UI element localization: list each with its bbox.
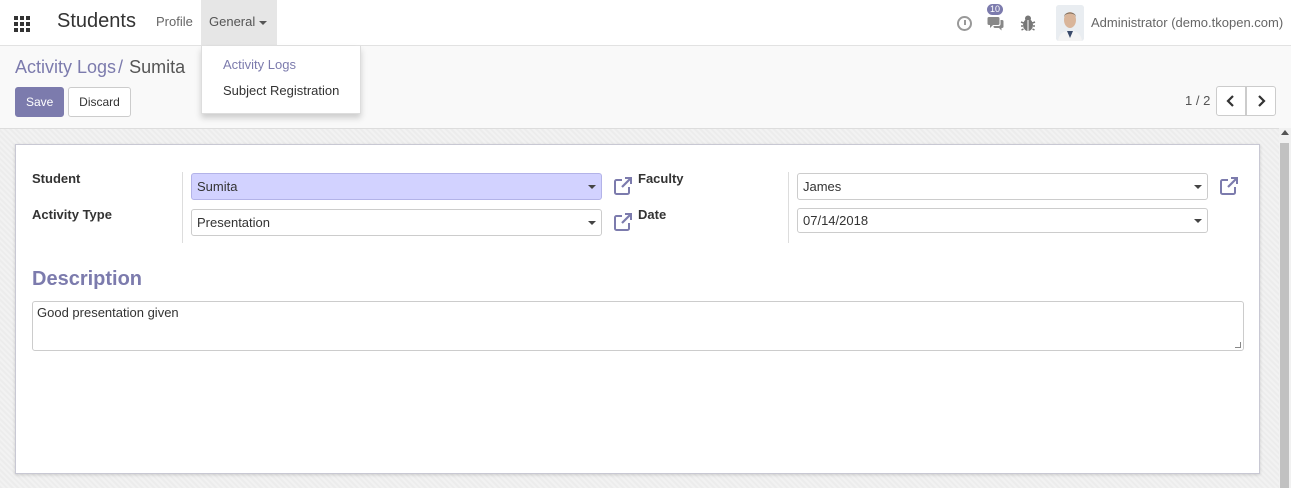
top-navbar: Students Profile General 10 Administrato… [0,0,1291,46]
breadcrumb-parent[interactable]: Activity Logs [15,57,116,77]
menu-general-label: General [209,14,256,29]
faculty-label: Faculty [638,171,684,186]
external-link-icon[interactable] [613,212,633,232]
pager-value[interactable]: 1 / 2 [1185,93,1210,108]
bug-icon[interactable] [1020,14,1036,32]
activity-type-value: Presentation [197,215,270,230]
chevron-right-icon [1258,95,1266,107]
avatar[interactable] [1056,5,1084,41]
date-value: 07/14/2018 [803,213,869,228]
clock-icon[interactable] [957,16,972,31]
date-field[interactable]: 07/14/2018 [797,208,1208,233]
resize-handle-icon[interactable] [1235,342,1241,348]
chevron-left-icon [1226,95,1234,107]
dropdown-arrow-icon [1194,219,1202,223]
user-menu[interactable]: Administrator (demo.tkopen.com) [1091,15,1283,30]
discard-button[interactable]: Discard [68,87,131,117]
activity-type-field[interactable]: Presentation [191,209,602,236]
general-dropdown-menu: Activity Logs Subject Registration [201,46,361,114]
breadcrumb-current: Sumita [129,57,186,77]
breadcrumb: Activity Logs / Sumita [15,57,185,78]
group-divider [788,172,789,243]
pager-previous-button[interactable] [1216,86,1246,116]
menu-profile[interactable]: Profile [148,0,201,45]
menu-item-subject-registration[interactable]: Subject Registration [223,83,339,98]
app-title: Students [57,10,136,32]
breadcrumb-separator: / [118,57,124,77]
activity-type-label: Activity Type [32,207,112,222]
date-label: Date [638,207,667,222]
dropdown-arrow-icon [588,185,596,189]
dropdown-arrow-icon [588,221,596,225]
external-link-icon[interactable] [613,176,633,196]
student-value: Sumita [197,179,238,194]
faculty-field[interactable]: James [797,173,1208,200]
student-label: Student [32,171,81,186]
dropdown-arrow-icon [1194,185,1202,189]
faculty-value: James [803,179,842,194]
notification-badge: 10 [987,4,1004,15]
save-button[interactable]: Save [15,87,64,117]
group-divider [182,172,183,243]
pager-next-button[interactable] [1246,86,1276,116]
menu-item-activity-logs[interactable]: Activity Logs [223,57,296,72]
description-textarea[interactable]: Good presentation given [32,301,1244,351]
description-value: Good presentation given [37,305,179,320]
chat-icon[interactable] [987,16,1004,31]
menu-general[interactable]: General [201,0,277,45]
caret-down-icon [259,20,268,25]
external-link-icon[interactable] [1219,176,1239,196]
scroll-up-arrow-icon[interactable] [1281,130,1289,135]
apps-grid-icon[interactable] [14,16,32,32]
description-title: Description [32,268,143,290]
scrollbar-thumb[interactable] [1280,143,1289,488]
student-field[interactable]: Sumita [191,173,602,200]
